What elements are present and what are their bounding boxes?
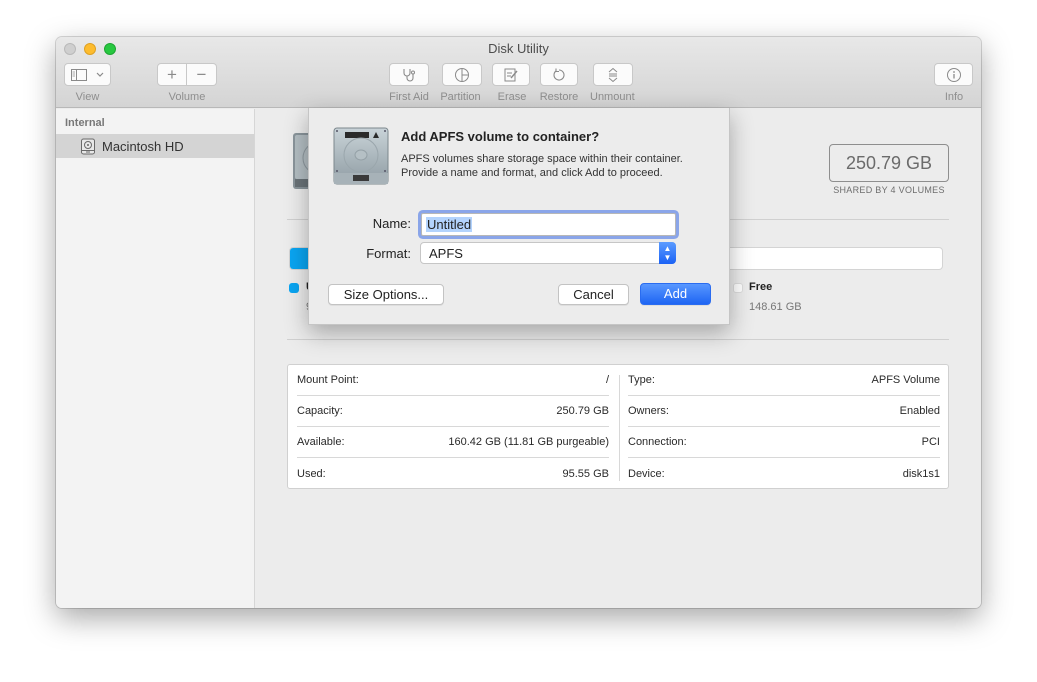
add-button[interactable]: Add xyxy=(640,283,711,305)
remove-volume-button[interactable]: − xyxy=(187,63,217,86)
info-value: 95.55 GB xyxy=(562,467,609,480)
volume-info-table: Mount Point: / Capacity: 250.79 GB Avail… xyxy=(287,364,949,489)
info-row-capacity: Capacity: 250.79 GB xyxy=(297,396,609,427)
info-column-left: Mount Point: / Capacity: 250.79 GB Avail… xyxy=(288,365,618,488)
capacity-shared-label: SHARED BY 4 VOLUMES xyxy=(833,185,945,195)
view-group: View xyxy=(64,63,111,103)
info-label: Connection: xyxy=(628,436,687,448)
info-button[interactable] xyxy=(934,63,973,86)
legend-free-value: 148.61 GB xyxy=(749,301,802,313)
info-row-mount-point: Mount Point: / xyxy=(297,365,609,396)
info-row-connection: Connection: PCI xyxy=(628,427,940,458)
name-input[interactable]: Untitled xyxy=(421,213,676,236)
info-row-type: Type: APFS Volume xyxy=(628,365,940,396)
divider xyxy=(287,339,949,340)
stethoscope-icon xyxy=(403,68,415,81)
view-label: View xyxy=(75,91,100,103)
legend-free-label: Free xyxy=(749,281,773,293)
partition-label: Partition xyxy=(440,91,481,103)
toolbar: Disk Utility View + − Volume First Aid P… xyxy=(56,37,981,108)
first-aid-button[interactable] xyxy=(389,63,429,86)
sidebar-item-macintosh-hd[interactable]: Macintosh HD xyxy=(56,134,254,158)
sidebar-item-label: Macintosh HD xyxy=(102,138,184,154)
info-column-right: Type: APFS Volume Owners: Enabled Connec… xyxy=(619,365,949,488)
info-group: Info xyxy=(934,63,974,103)
size-options-button[interactable]: Size Options... xyxy=(328,284,444,305)
erase-label: Erase xyxy=(497,91,527,103)
unmount-group: Unmount xyxy=(590,63,635,103)
view-button[interactable] xyxy=(64,63,111,86)
partition-button[interactable] xyxy=(442,63,482,86)
hard-drive-icon xyxy=(333,127,389,190)
first-aid-label: First Aid xyxy=(389,91,429,103)
info-value: disk1s1 xyxy=(902,467,940,480)
name-input-value: Untitled xyxy=(426,217,473,232)
info-value: 160.42 GB (11.81 GB purgeable) xyxy=(448,436,609,448)
legend-free-swatch xyxy=(733,283,743,293)
info-label: Capacity: xyxy=(297,405,343,417)
info-label: Info xyxy=(944,91,964,103)
info-value: APFS Volume xyxy=(871,374,940,386)
info-label: Available: xyxy=(297,436,345,448)
dialog-message-line: Provide a name and format, and click Add… xyxy=(401,167,663,179)
capacity-box: 250.79 GB xyxy=(829,144,949,182)
chevron-up-down-icon[interactable]: ▲ ▼ xyxy=(659,242,676,264)
sidebar: Internal Macintosh HD xyxy=(56,109,255,608)
restore-button[interactable] xyxy=(540,63,578,86)
restore-icon xyxy=(553,68,565,81)
dialog-title: Add APFS volume to container? xyxy=(401,129,600,144)
info-value: Enabled xyxy=(899,405,940,417)
dialog-message: APFS volumes share storage space within … xyxy=(401,152,721,180)
format-select-value: APFS xyxy=(429,246,463,261)
info-row-owners: Owners: Enabled xyxy=(628,396,940,427)
add-volume-button[interactable]: + xyxy=(157,63,187,86)
format-label: Format: xyxy=(366,246,411,261)
unmount-button[interactable] xyxy=(593,63,633,86)
erase-group: Erase xyxy=(492,63,532,103)
info-value: PCI xyxy=(921,436,940,448)
info-label: Device: xyxy=(628,467,665,480)
name-label: Name: xyxy=(372,216,411,231)
info-row-available: Available: 160.42 GB (11.81 GB purgeable… xyxy=(297,427,609,458)
restore-group: Restore xyxy=(540,63,580,103)
info-value: / xyxy=(605,374,609,386)
partition-group: Partition xyxy=(440,63,482,103)
cancel-button[interactable]: Cancel xyxy=(558,284,629,305)
sidebar-section-internal: Internal xyxy=(65,117,105,129)
info-row-device: Device: disk1s1 xyxy=(628,458,940,489)
format-select[interactable]: APFS ▲ ▼ xyxy=(420,242,676,264)
info-label: Owners: xyxy=(628,405,669,417)
dialog-message-line: APFS volumes share storage space within … xyxy=(401,153,683,165)
add-volume-dialog: Add APFS volume to container? APFS volum… xyxy=(308,108,730,325)
info-row-used: Used: 95.55 GB xyxy=(297,458,609,489)
erase-icon xyxy=(504,68,518,81)
eject-icon xyxy=(608,67,618,82)
restore-label: Restore xyxy=(539,91,579,103)
info-icon xyxy=(946,67,961,82)
volume-group: + − Volume xyxy=(157,63,217,103)
first-aid-group: First Aid xyxy=(389,63,431,103)
erase-button[interactable] xyxy=(492,63,530,86)
hard-drive-icon xyxy=(81,138,95,154)
info-label: Mount Point: xyxy=(297,374,359,386)
window-title: Disk Utility xyxy=(488,41,549,56)
sidebar-icon xyxy=(70,68,87,81)
chevron-down-icon xyxy=(96,72,103,77)
volume-label: Volume xyxy=(168,91,206,103)
info-label: Type: xyxy=(628,374,655,386)
info-label: Used: xyxy=(297,467,326,480)
legend-used-swatch xyxy=(289,283,299,293)
info-value: 250.79 GB xyxy=(556,405,609,417)
pie-chart-icon xyxy=(455,67,469,82)
unmount-label: Unmount xyxy=(590,91,635,103)
